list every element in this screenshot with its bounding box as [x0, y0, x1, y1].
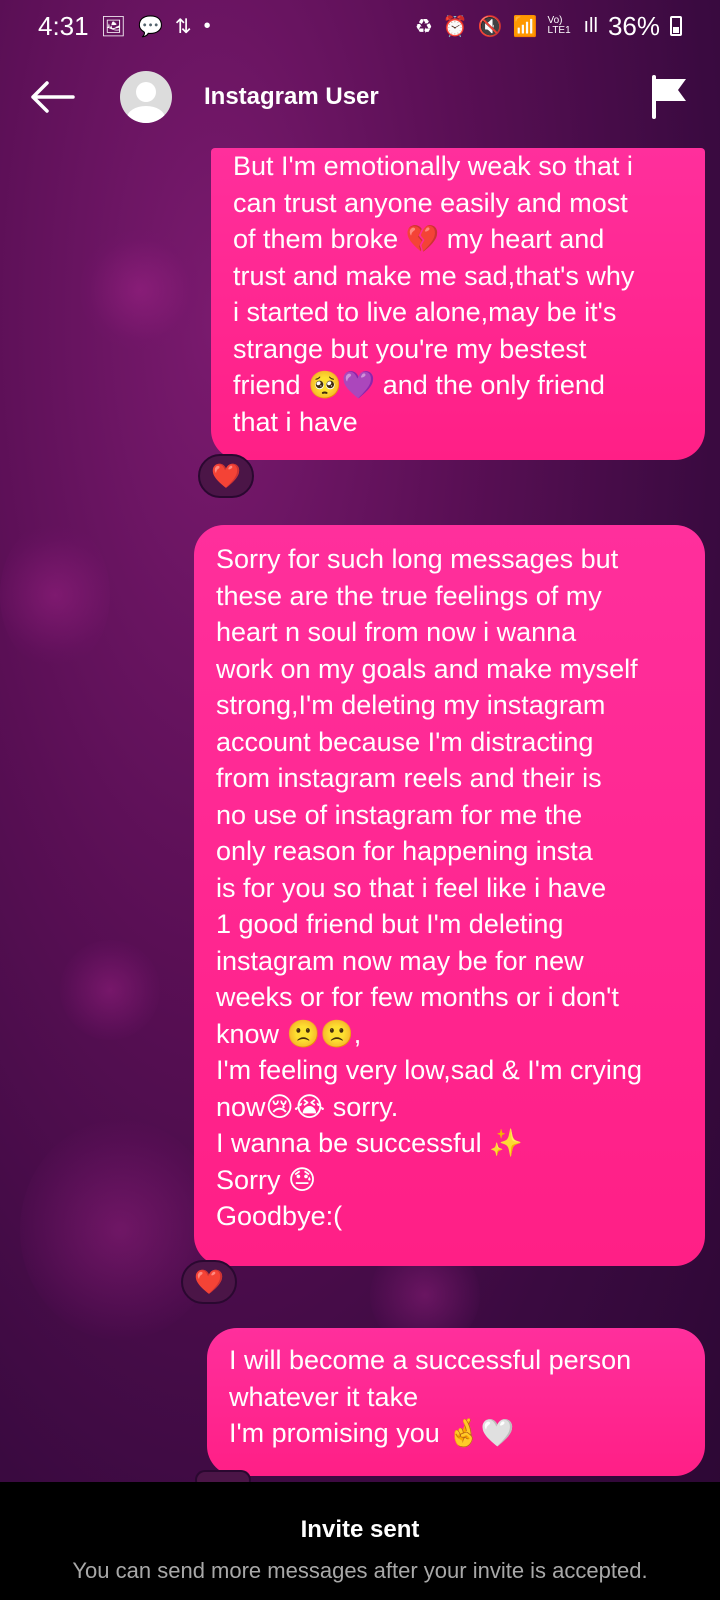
image-icon: 🖼: [100, 15, 126, 38]
signal-icon: ıll: [583, 14, 598, 37]
dot-icon: •: [203, 14, 211, 37]
heart-reaction[interactable]: ❤️: [181, 1260, 237, 1304]
invite-sent-banner: Invite sent You can send more messages a…: [0, 1482, 720, 1600]
heart-reaction[interactable]: ❤️: [198, 454, 254, 498]
battery-percent: 36%: [607, 10, 660, 41]
background-heart: [60, 940, 160, 1040]
status-right: ♻ ⏰ 🔇 📶 Vo) LTE1 ıll 36%: [415, 11, 682, 42]
wifi-icon: 📶: [512, 15, 538, 38]
avatar[interactable]: [120, 71, 172, 123]
message-bubble[interactable]: Sorry for such long messages but these a…: [194, 525, 705, 1266]
status-time: 4:31: [38, 10, 89, 41]
chat-user-name[interactable]: Instagram User: [204, 83, 379, 111]
background-heart: [20, 1120, 220, 1340]
chat-header: Instagram User: [0, 62, 720, 132]
volte-icon: Vo) LTE1: [547, 15, 571, 36]
background-heart: [0, 520, 110, 670]
battery-saver-icon: ♻: [414, 15, 433, 38]
back-button[interactable]: [28, 72, 78, 122]
chat-bubble-icon: 💬: [138, 15, 163, 38]
status-left: 4:31 🖼 💬 ⇅ •: [38, 11, 211, 42]
message-bubble[interactable]: I will become a successful person whatev…: [207, 1328, 705, 1476]
background-heart: [80, 230, 200, 350]
flag-icon: [652, 75, 686, 119]
mute-icon: 🔇: [477, 15, 503, 38]
avatar-body: [127, 106, 165, 123]
data-transfer-icon: ⇅: [174, 15, 192, 38]
report-button[interactable]: [648, 72, 692, 122]
message-bubble[interactable]: But I'm emotionally weak so that i can t…: [211, 148, 705, 460]
invite-title: Invite sent: [300, 1516, 420, 1543]
back-arrow-icon: [31, 81, 75, 113]
status-bar: 4:31 🖼 💬 ⇅ • ♻ ⏰ 🔇 📶 Vo) LTE1 ıll 36%: [0, 0, 720, 52]
avatar-head: [136, 82, 156, 102]
invite-subtitle: You can send more messages after your in…: [72, 1558, 648, 1583]
alarm-icon: ⏰: [442, 15, 468, 38]
battery-icon: [670, 16, 682, 36]
